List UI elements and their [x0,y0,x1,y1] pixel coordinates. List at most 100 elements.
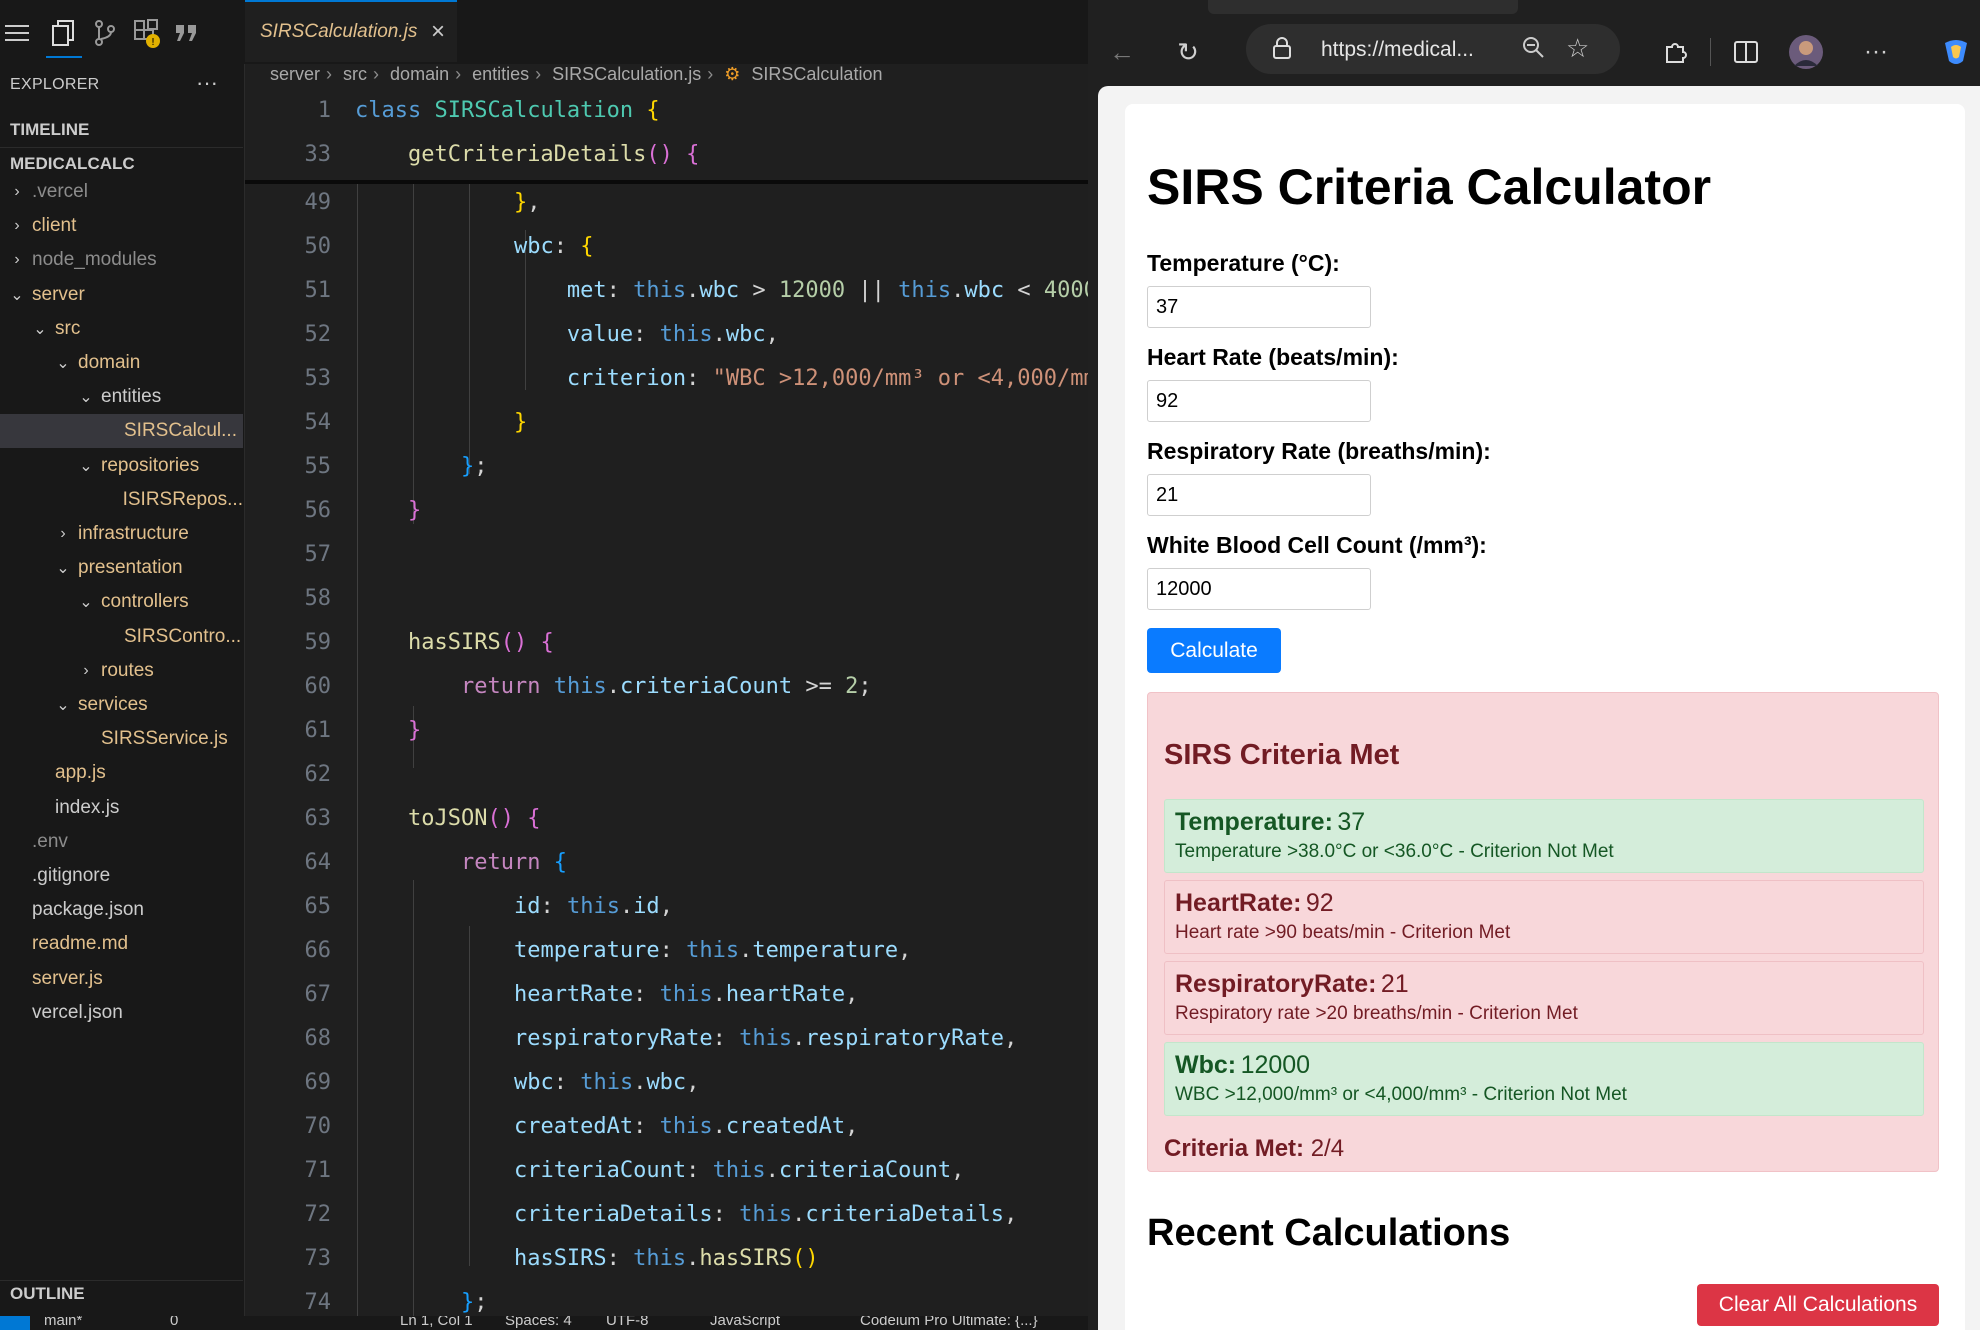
explorer-title: EXPLORER [10,76,100,93]
menu-icon[interactable] [2,18,32,48]
tree-file[interactable]: index.js [0,791,243,825]
address-bar[interactable]: https://medical... ☆ [1246,24,1620,74]
tree-item-label: routes [101,659,154,681]
tree-folder[interactable]: › client [0,209,243,243]
breadcrumb-item[interactable]: src [343,64,367,84]
profile-avatar[interactable] [1788,34,1824,70]
calculate-button[interactable]: Calculate [1147,628,1281,673]
tree-folder[interactable]: › routes [0,654,243,688]
extension-status[interactable]: Codeium Pro Ultimate: {...} [860,1316,1038,1329]
lock-icon[interactable] [1272,36,1292,65]
refresh-icon[interactable]: ↻ [1170,34,1206,70]
extensions-icon[interactable]: ! [132,18,162,48]
split-screen-icon[interactable] [1728,34,1764,70]
page-viewport: SIRS Criteria Calculator Temperature (°C… [1098,86,1980,1330]
criterion-name: Wbc: [1175,1051,1237,1079]
tree-file[interactable]: readme.md [0,927,243,961]
breadcrumb-item[interactable]: domain [390,64,449,84]
more-actions-icon[interactable]: ··· [196,70,218,96]
code-line: hasSIRS() { [407,630,554,655]
chevron-down-icon: ⌄ [33,320,47,338]
respiratory-rate-input[interactable] [1147,474,1371,516]
zoom-icon[interactable] [1521,35,1547,66]
clear-all-button[interactable]: Clear All Calculations [1697,1284,1939,1326]
language-status[interactable]: JavaScript [710,1316,780,1329]
line-number: 52 [304,322,332,347]
tree-file[interactable]: package.json [0,893,243,927]
result-title: SIRS Criteria Met [1164,739,1400,771]
line-number: 72 [304,1202,332,1227]
tree-file[interactable]: SIRSContro... [0,620,243,654]
back-icon[interactable]: ← [1104,34,1140,70]
breadcrumb-item[interactable]: entities [472,64,529,84]
copilot-icon[interactable] [1938,34,1974,70]
calculator-card: SIRS Criteria Calculator Temperature (°C… [1125,104,1965,1330]
quote-icon[interactable] [172,18,202,48]
tree-folder[interactable]: › infrastructure [0,517,243,551]
tree-file[interactable]: .gitignore [0,859,243,893]
tree-folder[interactable]: › node_modules [0,243,243,277]
tree-file[interactable]: server.js [0,962,243,996]
cursor-position[interactable]: Ln 1, Col 1 [400,1316,473,1329]
chevron-down-icon: ⌄ [56,560,70,578]
tree-item-label: vercel.json [32,1001,123,1023]
project-section[interactable]: MEDICALCALC [10,154,135,174]
explorer-icon[interactable] [48,18,78,48]
tree-folder[interactable]: ⌄ src [0,312,243,346]
source-control-icon[interactable] [90,18,120,48]
heart-rate-input[interactable] [1147,380,1371,422]
breadcrumb-item[interactable]: server [270,64,320,84]
wbc-input[interactable] [1147,568,1371,610]
indentation-status[interactable]: Spaces: 4 [505,1316,572,1329]
tree-file[interactable]: app.js [0,756,243,790]
chevron-right-icon: › [535,64,542,84]
tree-folder[interactable]: ⌄ presentation [0,551,243,585]
tree-item-label: .gitignore [32,865,111,886]
line-number: 63 [304,806,332,831]
code-line: } [407,498,422,523]
branch-status[interactable]: main* [44,1316,82,1329]
tree-file[interactable]: vercel.json [0,996,243,1030]
code-editor[interactable]: 1 33 49 50 51 52 53 54 55 56 57 58 59 60 61 62 63 64 65 66 6… [245,96,1088,1316]
tree-folder[interactable]: ⌄ entities [0,380,243,414]
line-number: 1 [317,98,331,123]
encoding-status[interactable]: UTF-8 [606,1316,649,1329]
tree-folder[interactable]: ⌄ domain [0,346,243,380]
tree-file[interactable]: SIRSService.js [0,722,243,756]
more-menu-icon[interactable]: ··· [1858,34,1894,70]
tree-file[interactable]: .env [0,825,243,859]
temperature-input[interactable] [1147,286,1371,328]
error-count[interactable]: 0 [170,1316,178,1329]
line-number: 54 [304,410,332,435]
extensions-puzzle-icon[interactable] [1658,34,1694,70]
tree-file[interactable]: ISIRSRepos... [0,483,243,517]
chevron-right-icon: › [373,64,380,84]
timeline-section[interactable]: TIMELINE [10,120,89,140]
code-line: } [513,410,528,435]
close-icon[interactable]: × [431,18,445,46]
chevron-right-icon: › [14,251,20,269]
tab-label: SIRSCalculation.js [260,21,418,42]
browser-tab[interactable] [1208,0,1518,14]
tree-folder[interactable]: ⌄ services [0,688,243,722]
tree-file[interactable]: SIRSCalcul... [0,414,243,449]
criterion-name: Temperature: [1175,808,1333,836]
url-text[interactable]: https://medical... [1321,38,1474,62]
criterion-respiratory-rate: RespiratoryRate: 21 Respiratory rate >20… [1164,961,1924,1035]
tree-item-label: server.js [32,967,103,989]
divider [0,147,243,148]
tab-sirscalculation[interactable]: SIRSCalculation.js × [245,0,457,62]
outline-section[interactable]: OUTLINE [10,1284,85,1304]
favorite-star-icon[interactable]: ☆ [1566,33,1589,64]
breadcrumb-item[interactable]: SIRSCalculation [751,64,882,84]
remote-indicator[interactable] [0,1316,30,1330]
tree-folder[interactable]: › .vercel [0,175,243,209]
criteria-met-label: Criteria Met: [1164,1135,1305,1162]
tree-folder[interactable]: ⌄ server [0,278,243,312]
code-line: criteriaDetails: this.criteriaDetails, [513,1202,1018,1227]
tree-item-label: SIRSCalcul... [124,420,237,442]
tree-folder[interactable]: ⌄ repositories [0,449,243,483]
tree-folder[interactable]: ⌄ controllers [0,585,243,619]
breadcrumb-item[interactable]: SIRSCalculation.js [552,64,701,84]
criterion-temperature: Temperature: 37 Temperature >38.0°C or <… [1164,799,1924,873]
